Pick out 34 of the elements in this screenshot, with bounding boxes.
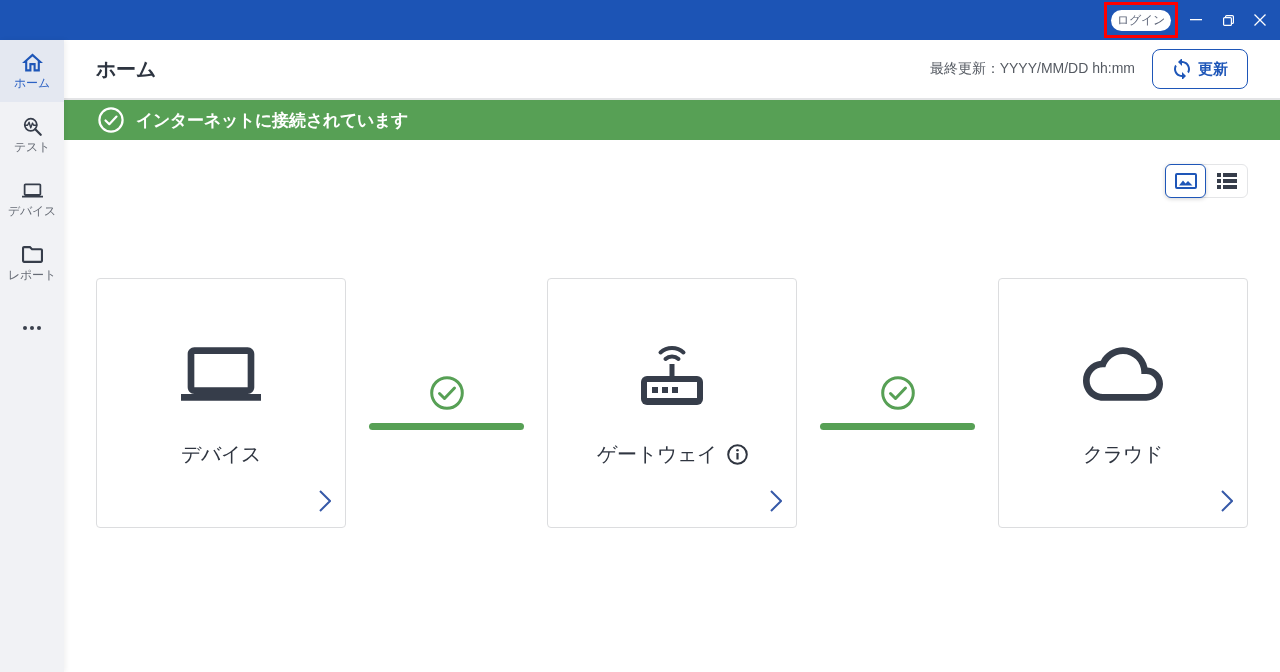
node-card[interactable]: ゲートウェイ — [547, 278, 797, 528]
image-view-button[interactable] — [1165, 164, 1206, 198]
page-title: ホーム — [96, 56, 157, 82]
magnifier-pulse-icon — [21, 117, 43, 136]
cloud-icon — [1083, 347, 1163, 401]
sidebar-item[interactable]: テスト — [0, 104, 64, 166]
more-icon — [23, 326, 41, 330]
sidebar-item[interactable]: デバイス — [0, 168, 64, 230]
chevron-right-icon — [770, 490, 782, 512]
status-message: インターネットに接続されています — [136, 109, 408, 132]
node-card[interactable]: デバイス — [96, 278, 346, 528]
chevron-right-icon — [1221, 490, 1233, 512]
refresh-icon — [1172, 59, 1192, 79]
refresh-button[interactable]: 更新 — [1152, 49, 1248, 89]
home-icon — [21, 53, 43, 72]
image-icon — [1174, 173, 1197, 189]
restore-icon — [1222, 14, 1234, 26]
folder-icon — [21, 245, 43, 264]
check-circle-icon — [880, 376, 915, 410]
login-button[interactable]: ログイン — [1111, 9, 1171, 31]
node-card[interactable]: クラウド — [998, 278, 1248, 528]
minimize-icon — [1190, 19, 1202, 21]
chevron-right-icon — [319, 490, 331, 512]
close-icon — [1254, 14, 1266, 26]
router-icon — [641, 343, 703, 405]
last-updated-text: 最終更新：YYYY/MM/DD hh:mm — [929, 60, 1135, 78]
laptop-icon — [21, 181, 43, 200]
sidebar-item[interactable]: レポート — [0, 232, 64, 294]
sidebar-item[interactable]: ホーム — [0, 40, 64, 102]
info-icon[interactable] — [726, 443, 748, 465]
list-icon — [1216, 173, 1237, 189]
check-circle-icon — [429, 376, 464, 410]
check-circle-icon — [98, 107, 124, 133]
laptop-icon — [181, 347, 261, 401]
